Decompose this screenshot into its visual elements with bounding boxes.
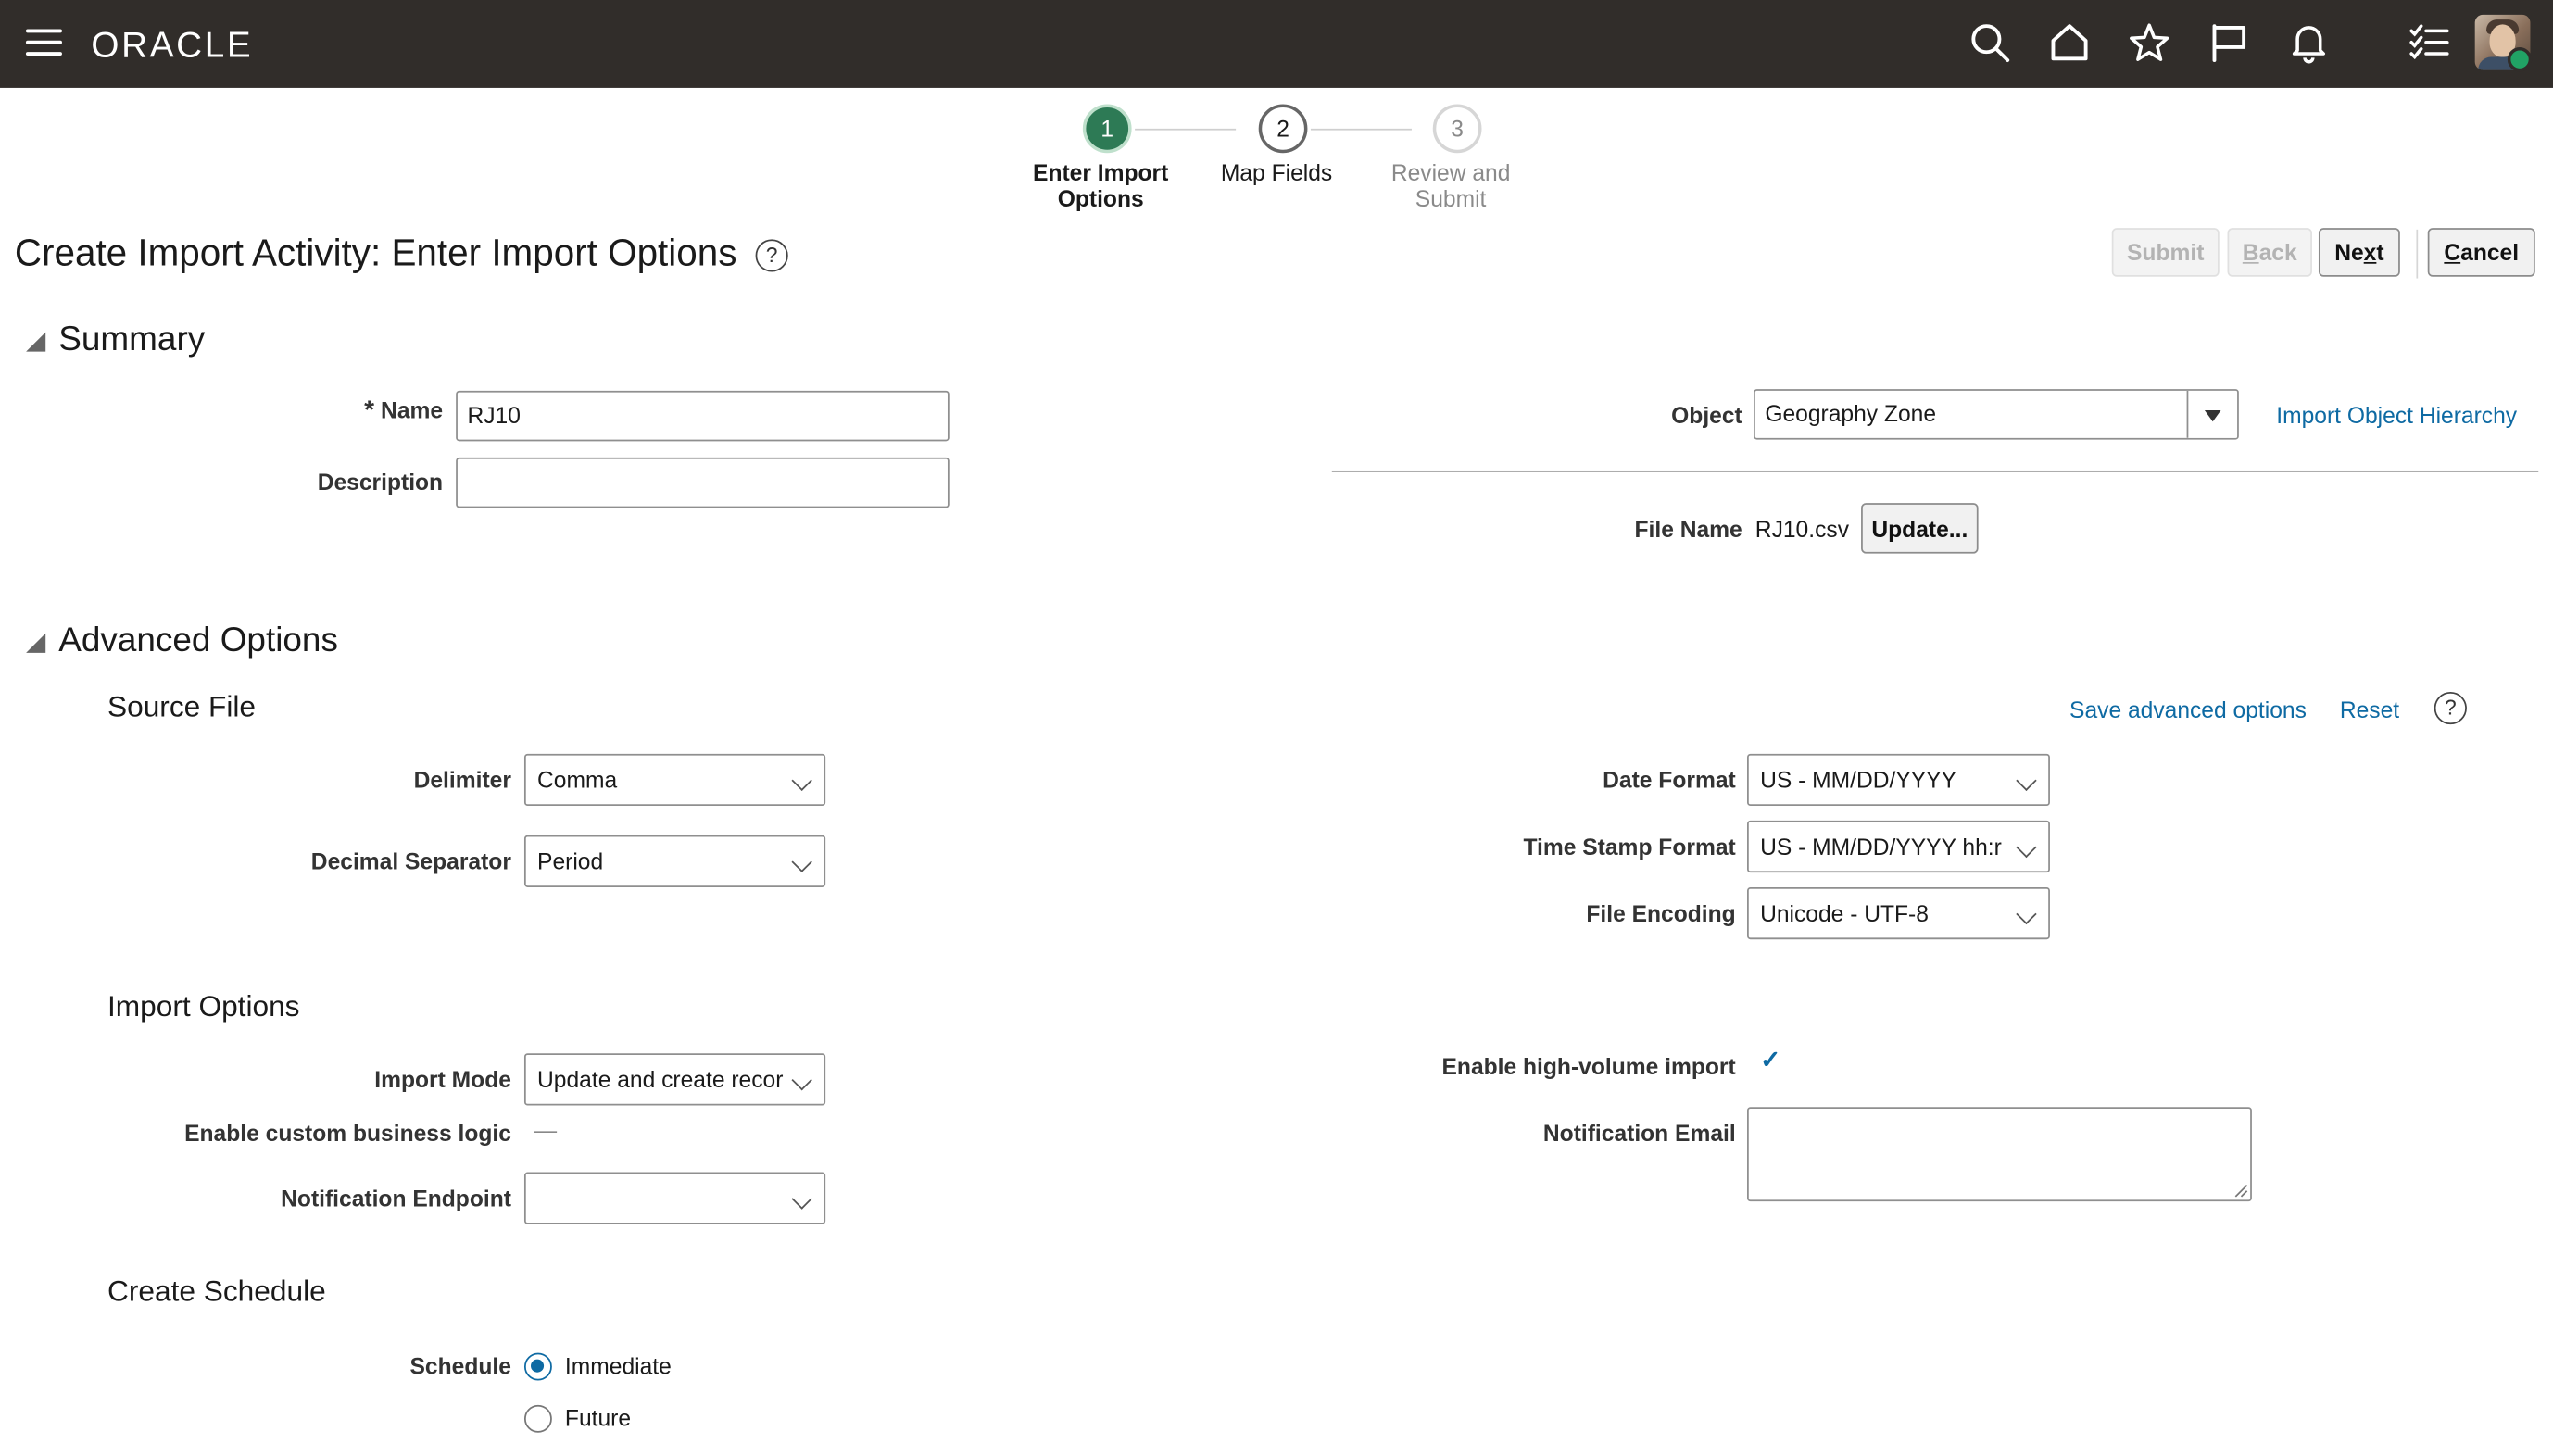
train-stop-2-label[interactable]: Map Fields: [1187, 159, 1365, 185]
train-stop-2[interactable]: 2: [1258, 104, 1308, 154]
timestamp-format-select[interactable]: US - MM/DD/YYYY hh:r: [1747, 820, 2050, 873]
back-button[interactable]: Back: [2227, 228, 2312, 277]
reset-link[interactable]: Reset: [2340, 697, 2399, 722]
object-label: Object: [1671, 402, 1742, 429]
chevron-down-icon: [2016, 770, 2037, 792]
date-format-value: US - MM/DD/YYYY: [1760, 766, 1957, 793]
delimiter-select[interactable]: Comma: [523, 753, 826, 807]
train-stop-1[interactable]: 1: [1082, 104, 1132, 154]
notification-email-label: Notification Email: [1542, 1120, 1736, 1147]
train-connector: [1135, 128, 1237, 131]
summary-heading[interactable]: Summary: [58, 320, 205, 359]
oracle-logo[interactable]: ORACLE: [91, 24, 253, 67]
notification-email-textarea[interactable]: [1747, 1107, 2252, 1202]
advanced-help-icon[interactable]: ?: [2434, 692, 2467, 725]
delimiter-value: Comma: [537, 766, 618, 793]
train-stop-3-label: Review and Submit: [1390, 159, 1511, 212]
date-format-select[interactable]: US - MM/DD/YYYY: [1747, 753, 2050, 807]
decimal-separator-label: Decimal Separator: [310, 847, 511, 874]
description-input[interactable]: [456, 457, 950, 508]
import-mode-select[interactable]: Update and create recor: [523, 1053, 826, 1106]
file-encoding-value: Unicode - UTF-8: [1760, 900, 1929, 927]
toolbar-separator: [2416, 229, 2419, 279]
notification-endpoint-label: Notification Endpoint: [281, 1185, 511, 1211]
checklist-icon[interactable]: [2405, 18, 2454, 67]
resize-handle-icon[interactable]: [2234, 1184, 2249, 1199]
object-dropdown-button[interactable]: [2186, 390, 2238, 438]
decimal-separator-value: Period: [537, 847, 604, 874]
next-button[interactable]: Ne x t: [2318, 228, 2400, 277]
menu-icon[interactable]: [19, 18, 69, 67]
name-label: * Name: [355, 397, 443, 427]
dropdown-arrow-icon: [2204, 409, 2221, 422]
chevron-down-icon: [791, 1070, 812, 1091]
chevron-down-icon: [2016, 836, 2037, 859]
name-label-text: Name: [381, 396, 444, 424]
flag-icon[interactable]: [2205, 18, 2254, 67]
schedule-immediate-label[interactable]: Immediate: [565, 1353, 672, 1379]
date-format-label: Date Format: [1603, 766, 1736, 793]
train-stop-3: 3: [1432, 104, 1482, 154]
schedule-future-label[interactable]: Future: [565, 1405, 631, 1431]
schedule-label: Schedule: [409, 1352, 511, 1379]
chevron-down-icon: [2016, 903, 2037, 925]
import-mode-value: Update and create recor: [537, 1066, 784, 1093]
notification-endpoint-select[interactable]: [523, 1172, 826, 1224]
custom-business-logic-value: —: [534, 1116, 558, 1143]
object-value: Geography Zone: [1765, 400, 1937, 427]
home-icon[interactable]: [2045, 18, 2094, 67]
train-connector: [1310, 128, 1412, 131]
help-icon[interactable]: ?: [755, 239, 788, 272]
import-mode-label: Import Mode: [374, 1066, 511, 1093]
required-indicator: *: [364, 396, 375, 425]
update-file-button[interactable]: Update...: [1861, 503, 1979, 554]
name-input[interactable]: RJ10: [456, 390, 950, 442]
timestamp-format-label: Time Stamp Format: [1523, 833, 1736, 860]
online-status-indicator: [2507, 46, 2533, 72]
delimiter-label: Delimiter: [413, 766, 511, 793]
star-icon[interactable]: [2125, 18, 2174, 67]
file-encoding-select[interactable]: Unicode - UTF-8: [1747, 886, 2050, 940]
schedule-future-radio[interactable]: [523, 1404, 552, 1433]
chevron-down-icon: [791, 770, 812, 792]
import-object-hierarchy-link[interactable]: Import Object Hierarchy: [2276, 402, 2517, 428]
high-volume-import-label: Enable high-volume import: [1441, 1053, 1736, 1080]
train-stop-1-label[interactable]: Enter Import Options: [1012, 159, 1190, 211]
bell-icon[interactable]: [2284, 18, 2333, 67]
submit-button[interactable]: Submit: [2111, 228, 2220, 277]
create-schedule-heading: Create Schedule: [107, 1274, 326, 1308]
collapse-summary-icon[interactable]: [26, 332, 46, 352]
description-label: Description: [317, 469, 444, 496]
chevron-down-icon: [791, 851, 812, 872]
page-title: Create Import Activity: Enter Import Opt…: [14, 231, 737, 274]
file-name-label: File Name: [1634, 516, 1742, 543]
summary-divider: [1331, 470, 2539, 472]
search-icon[interactable]: [1966, 18, 2015, 67]
high-volume-checkmark-icon: ✓: [1760, 1047, 1781, 1075]
object-combobox[interactable]: Geography Zone: [1754, 389, 2239, 440]
schedule-immediate-radio[interactable]: [523, 1352, 552, 1381]
collapse-advanced-icon[interactable]: [26, 633, 46, 653]
file-encoding-label: File Encoding: [1586, 900, 1736, 927]
decimal-separator-select[interactable]: Period: [523, 835, 826, 887]
cancel-button[interactable]: Cancel: [2427, 228, 2535, 277]
global-header: ORACLE: [0, 0, 2553, 88]
import-options-heading: Import Options: [107, 989, 300, 1023]
save-advanced-options-link[interactable]: Save advanced options: [2069, 697, 2307, 722]
timestamp-format-value: US - MM/DD/YYYY hh:r: [1760, 833, 2002, 860]
source-file-heading: Source File: [107, 690, 257, 723]
file-name-value: RJ10.csv: [1754, 516, 1850, 543]
advanced-options-heading[interactable]: Advanced Options: [58, 621, 338, 660]
chevron-down-icon: [791, 1188, 812, 1210]
custom-business-logic-label: Enable custom business logic: [184, 1120, 511, 1147]
